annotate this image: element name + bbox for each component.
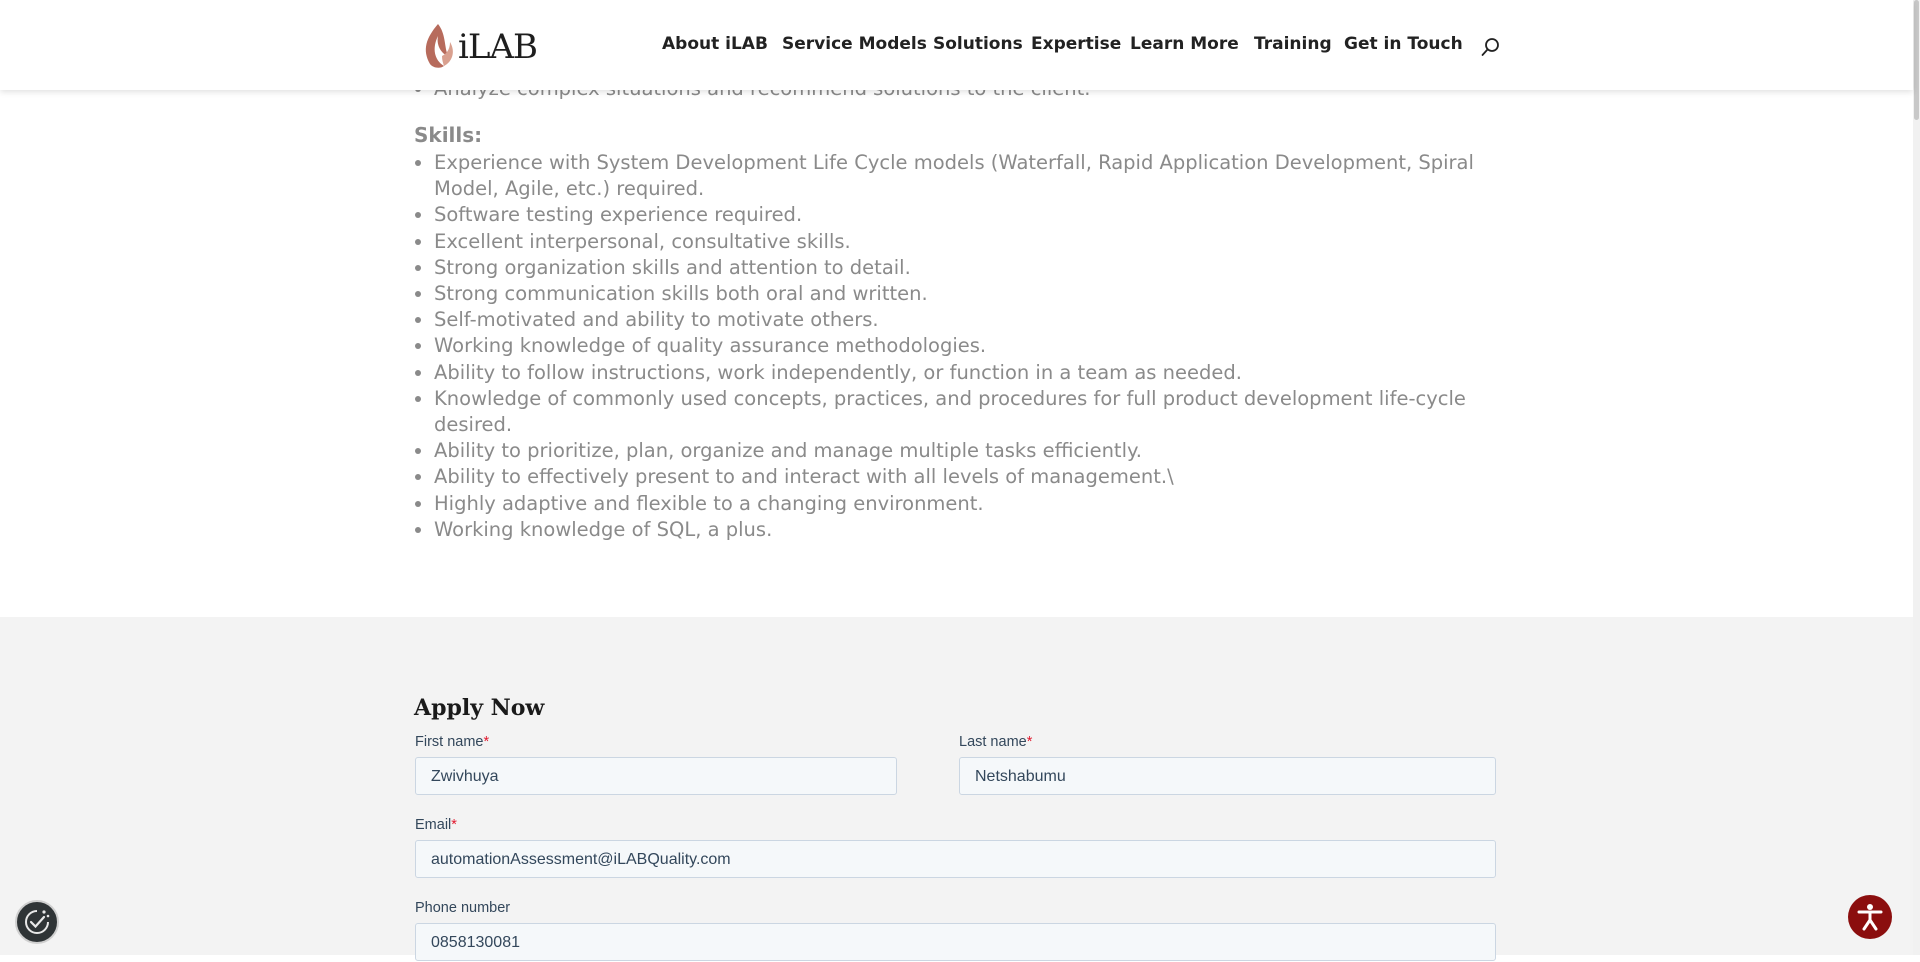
required-mark: * — [451, 817, 457, 833]
first-name-label: First name* — [415, 734, 490, 750]
apply-now-title: Apply Now — [414, 695, 545, 721]
search-icon[interactable] — [1480, 36, 1502, 58]
email-input[interactable]: automationAssessment@iLABQuality.com — [415, 840, 1496, 878]
nav-about-ilab[interactable]: About iLAB — [662, 34, 768, 54]
accessibility-icon — [1857, 904, 1883, 931]
phone-number-label: Phone number — [415, 900, 511, 916]
list-item: Self-motivated and ability to motivate o… — [434, 307, 1534, 333]
logo[interactable]: iLAB — [420, 20, 540, 70]
cookie-consent-button[interactable] — [15, 900, 59, 944]
skills-list: Experience with System Development Life … — [414, 150, 1534, 543]
logo-text: iLAB — [458, 27, 538, 67]
list-item: Software testing experience required. — [434, 202, 1534, 228]
nav-service-models[interactable]: Service Models — [782, 34, 927, 54]
flame-logo-icon — [425, 24, 453, 68]
accessibility-button[interactable] — [1848, 895, 1892, 939]
apply-form-section — [0, 617, 1913, 955]
email-label: Email* — [415, 817, 457, 833]
nav-solutions[interactable]: Solutions — [933, 34, 1023, 54]
nav-get-in-touch[interactable]: Get in Touch — [1344, 34, 1463, 54]
required-mark: * — [1026, 734, 1033, 750]
list-item: Knowledge of commonly used concepts, pra… — [434, 386, 1534, 438]
first-name-input[interactable]: Zwivhuya — [415, 757, 897, 795]
list-item: Working knowledge of quality assurance m… — [434, 333, 1534, 359]
nav-training[interactable]: Training — [1254, 34, 1332, 54]
nav-expertise[interactable]: Expertise — [1031, 34, 1121, 54]
list-item: Ability to effectively present to and in… — [434, 464, 1534, 490]
page-scrollbar[interactable] — [1913, 0, 1920, 955]
list-item: Strong organization skills and attention… — [434, 255, 1534, 281]
list-item: Highly adaptive and flexible to a changi… — [434, 491, 1534, 517]
list-item: Working knowledge of SQL, a plus. — [434, 517, 1534, 543]
cookie-check-icon — [25, 910, 50, 934]
skills-heading: Skills: — [414, 123, 483, 147]
last-name-label: Last name* — [959, 734, 1033, 750]
list-item: Excellent interpersonal, consultative sk… — [434, 229, 1534, 255]
list-item: Ability to follow instructions, work ind… — [434, 360, 1534, 386]
list-item: Strong communication skills both oral an… — [434, 281, 1534, 307]
nav-learn-more[interactable]: Learn More — [1130, 34, 1239, 54]
list-item: Ability to prioritize, plan, organize an… — [434, 438, 1534, 464]
scrollbar-thumb[interactable] — [1914, 0, 1919, 120]
phone-number-input[interactable]: 0858130081 — [415, 923, 1496, 961]
required-mark: * — [483, 734, 490, 750]
list-item: Experience with System Development Life … — [434, 150, 1534, 202]
last-name-input[interactable]: Netshabumu — [959, 757, 1496, 795]
site-header: iLAB About iLAB Service Models Solutions… — [0, 0, 1913, 90]
